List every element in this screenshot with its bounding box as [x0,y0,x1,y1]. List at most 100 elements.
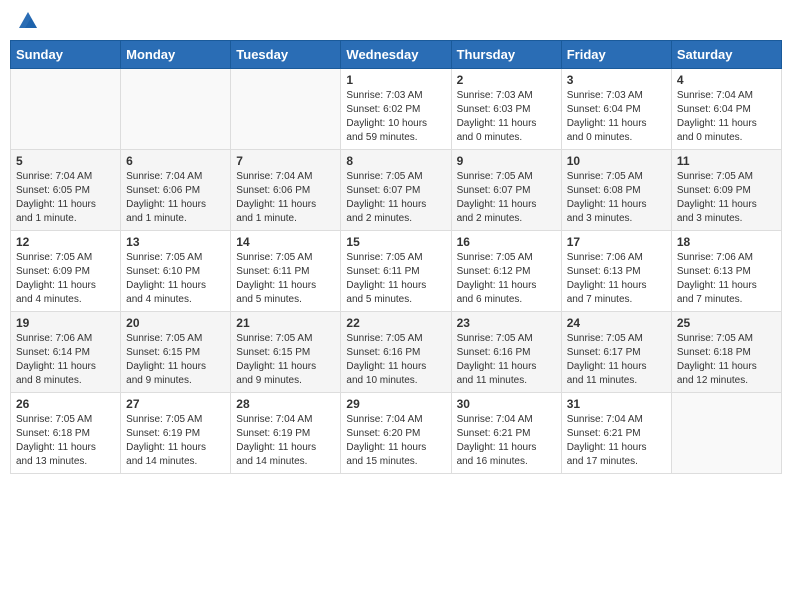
day-number: 13 [126,235,225,249]
cell-content: Sunrise: 7:04 AM Sunset: 6:21 PM Dayligh… [457,413,556,469]
calendar-cell: 21 Sunrise: 7:05 AM Sunset: 6:15 PM Dayli… [231,312,341,393]
calendar-cell: 22 Sunrise: 7:05 AM Sunset: 6:16 PM Dayli… [341,312,451,393]
calendar-cell: 25 Sunrise: 7:05 AM Sunset: 6:18 PM Dayli… [671,312,781,393]
cell-content: Sunrise: 7:04 AM Sunset: 6:06 PM Dayligh… [126,170,225,226]
calendar-cell: 31 Sunrise: 7:04 AM Sunset: 6:21 PM Dayli… [561,393,671,474]
calendar-cell: 30 Sunrise: 7:04 AM Sunset: 6:21 PM Dayli… [451,393,561,474]
cell-content: Sunrise: 7:05 AM Sunset: 6:11 PM Dayligh… [346,251,445,307]
calendar-cell: 3 Sunrise: 7:03 AM Sunset: 6:04 PM Daylig… [561,69,671,150]
day-number: 28 [236,397,335,411]
cell-content: Sunrise: 7:04 AM Sunset: 6:06 PM Dayligh… [236,170,335,226]
weekday-header-wednesday: Wednesday [341,41,451,69]
cell-content: Sunrise: 7:03 AM Sunset: 6:04 PM Dayligh… [567,89,666,145]
calendar-cell [11,69,121,150]
calendar-cell: 18 Sunrise: 7:06 AM Sunset: 6:13 PM Dayli… [671,231,781,312]
calendar-cell: 16 Sunrise: 7:05 AM Sunset: 6:12 PM Dayli… [451,231,561,312]
cell-content: Sunrise: 7:06 AM Sunset: 6:14 PM Dayligh… [16,332,115,388]
cell-content: Sunrise: 7:05 AM Sunset: 6:11 PM Dayligh… [236,251,335,307]
calendar-cell: 15 Sunrise: 7:05 AM Sunset: 6:11 PM Dayli… [341,231,451,312]
calendar-cell: 8Sunrise: 7:05 AM Sunset: 6:07 PM Daylig… [341,150,451,231]
calendar-week-row: 5 Sunrise: 7:04 AM Sunset: 6:05 PM Daylig… [11,150,782,231]
calendar-week-row: 1 Sunrise: 7:03 AM Sunset: 6:02 PM Daylig… [11,69,782,150]
page-header [10,10,782,32]
calendar-cell: 1 Sunrise: 7:03 AM Sunset: 6:02 PM Daylig… [341,69,451,150]
cell-content: Sunrise: 7:05 AM Sunset: 6:09 PM Dayligh… [677,170,776,226]
day-number: 31 [567,397,666,411]
cell-content: Sunrise: 7:03 AM Sunset: 6:02 PM Dayligh… [346,89,445,145]
weekday-header-friday: Friday [561,41,671,69]
cell-content: Sunrise: 7:05 AM Sunset: 6:19 PM Dayligh… [126,413,225,469]
day-number: 20 [126,316,225,330]
day-number: 10 [567,154,666,168]
calendar-cell: 24Sunrise: 7:05 AM Sunset: 6:17 PM Dayli… [561,312,671,393]
calendar-cell: 7Sunrise: 7:04 AM Sunset: 6:06 PM Daylig… [231,150,341,231]
calendar-cell [121,69,231,150]
calendar-cell: 9 Sunrise: 7:05 AM Sunset: 6:07 PM Daylig… [451,150,561,231]
calendar-cell: 10 Sunrise: 7:05 AM Sunset: 6:08 PM Dayli… [561,150,671,231]
weekday-header-saturday: Saturday [671,41,781,69]
cell-content: Sunrise: 7:05 AM Sunset: 6:10 PM Dayligh… [126,251,225,307]
day-number: 1 [346,73,445,87]
cell-content: Sunrise: 7:06 AM Sunset: 6:13 PM Dayligh… [677,251,776,307]
calendar-cell: 26Sunrise: 7:05 AM Sunset: 6:18 PM Dayli… [11,393,121,474]
cell-content: Sunrise: 7:03 AM Sunset: 6:03 PM Dayligh… [457,89,556,145]
day-number: 22 [346,316,445,330]
calendar-cell: 12 Sunrise: 7:05 AM Sunset: 6:09 PM Dayli… [11,231,121,312]
day-number: 30 [457,397,556,411]
day-number: 5 [16,154,115,168]
cell-content: Sunrise: 7:05 AM Sunset: 6:07 PM Dayligh… [457,170,556,226]
day-number: 3 [567,73,666,87]
day-number: 19 [16,316,115,330]
calendar-cell: 20 Sunrise: 7:05 AM Sunset: 6:15 PM Dayli… [121,312,231,393]
calendar-week-row: 12 Sunrise: 7:05 AM Sunset: 6:09 PM Dayli… [11,231,782,312]
day-number: 14 [236,235,335,249]
calendar-cell: 19 Sunrise: 7:06 AM Sunset: 6:14 PM Dayli… [11,312,121,393]
calendar-header-row: SundayMondayTuesdayWednesdayThursdayFrid… [11,41,782,69]
weekday-header-sunday: Sunday [11,41,121,69]
day-number: 18 [677,235,776,249]
day-number: 12 [16,235,115,249]
cell-content: Sunrise: 7:04 AM Sunset: 6:21 PM Dayligh… [567,413,666,469]
day-number: 26 [16,397,115,411]
calendar-cell: 5 Sunrise: 7:04 AM Sunset: 6:05 PM Daylig… [11,150,121,231]
day-number: 25 [677,316,776,330]
logo [15,10,39,32]
cell-content: Sunrise: 7:05 AM Sunset: 6:16 PM Dayligh… [457,332,556,388]
cell-content: Sunrise: 7:04 AM Sunset: 6:19 PM Dayligh… [236,413,335,469]
cell-content: Sunrise: 7:05 AM Sunset: 6:09 PM Dayligh… [16,251,115,307]
calendar-cell: 17 Sunrise: 7:06 AM Sunset: 6:13 PM Dayli… [561,231,671,312]
day-number: 21 [236,316,335,330]
calendar-cell: 6 Sunrise: 7:04 AM Sunset: 6:06 PM Daylig… [121,150,231,231]
calendar-cell: 27 Sunrise: 7:05 AM Sunset: 6:19 PM Dayli… [121,393,231,474]
calendar-table: SundayMondayTuesdayWednesdayThursdayFrid… [10,40,782,474]
day-number: 4 [677,73,776,87]
calendar-week-row: 19 Sunrise: 7:06 AM Sunset: 6:14 PM Dayli… [11,312,782,393]
cell-content: Sunrise: 7:06 AM Sunset: 6:13 PM Dayligh… [567,251,666,307]
day-number: 23 [457,316,556,330]
calendar-cell: 4Sunrise: 7:04 AM Sunset: 6:04 PM Daylig… [671,69,781,150]
weekday-header-monday: Monday [121,41,231,69]
day-number: 6 [126,154,225,168]
day-number: 29 [346,397,445,411]
calendar-cell: 11 Sunrise: 7:05 AM Sunset: 6:09 PM Dayli… [671,150,781,231]
cell-content: Sunrise: 7:04 AM Sunset: 6:05 PM Dayligh… [16,170,115,226]
day-number: 27 [126,397,225,411]
cell-content: Sunrise: 7:05 AM Sunset: 6:15 PM Dayligh… [126,332,225,388]
day-number: 17 [567,235,666,249]
weekday-header-tuesday: Tuesday [231,41,341,69]
cell-content: Sunrise: 7:05 AM Sunset: 6:15 PM Dayligh… [236,332,335,388]
calendar-cell [231,69,341,150]
calendar-cell [671,393,781,474]
cell-content: Sunrise: 7:05 AM Sunset: 6:08 PM Dayligh… [567,170,666,226]
cell-content: Sunrise: 7:05 AM Sunset: 6:12 PM Dayligh… [457,251,556,307]
day-number: 11 [677,154,776,168]
calendar-cell: 28 Sunrise: 7:04 AM Sunset: 6:19 PM Dayli… [231,393,341,474]
day-number: 24 [567,316,666,330]
day-number: 9 [457,154,556,168]
day-number: 16 [457,235,556,249]
day-number: 15 [346,235,445,249]
calendar-cell: 2Sunrise: 7:03 AM Sunset: 6:03 PM Daylig… [451,69,561,150]
cell-content: Sunrise: 7:05 AM Sunset: 6:18 PM Dayligh… [677,332,776,388]
cell-content: Sunrise: 7:05 AM Sunset: 6:16 PM Dayligh… [346,332,445,388]
calendar-cell: 14 Sunrise: 7:05 AM Sunset: 6:11 PM Dayli… [231,231,341,312]
